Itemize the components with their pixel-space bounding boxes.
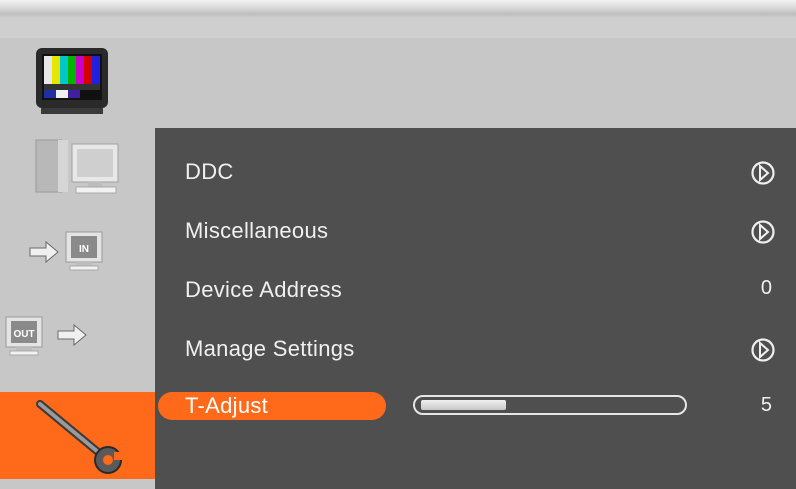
menu-row-label: Manage Settings [185,336,355,361]
svg-text:OUT: OUT [13,329,34,340]
t-adjust-label: T-Adjust [185,393,269,418]
menu-row-miscellaneous[interactable]: Miscellaneous [155,212,796,252]
tv-color-bars-icon[interactable] [35,47,115,122]
submenu-arrow-icon[interactable] [750,337,776,363]
sidebar-item-tools[interactable] [0,392,155,479]
sidebar-item-computer[interactable] [0,138,155,200]
title-bar [0,0,796,38]
header-band [0,38,796,128]
menu-row-label: DDC [185,159,234,184]
selection-highlight: T-Adjust [158,392,386,420]
menu-row-t-adjust[interactable]: T-Adjust 5 [155,388,796,428]
computer-icon [35,139,119,194]
slider-fill [421,400,506,410]
menu-row-label: Miscellaneous [185,218,329,243]
input-arrow-icon: IN [29,231,103,271]
submenu-arrow-icon[interactable] [750,160,776,186]
wrench-icon [36,400,126,474]
sidebar-item-output[interactable]: OUT [0,311,155,373]
sidebar-item-input[interactable]: IN [0,222,155,284]
menu-row-manage-settings[interactable]: Manage Settings [155,330,796,370]
sidebar: IN OUT [0,128,155,489]
t-adjust-slider[interactable] [413,395,687,415]
menu-row-ddc[interactable]: DDC [155,153,796,193]
menu-row-device-address[interactable]: Device Address 0 [155,271,796,311]
submenu-arrow-icon[interactable] [750,219,776,245]
menu-row-label: Device Address [185,277,343,302]
settings-panel: DDC Miscellaneous Device Address 0 Manag… [155,128,796,489]
t-adjust-value: 5 [760,394,772,416]
device-address-value: 0 [760,277,772,299]
svg-text:IN: IN [79,244,89,255]
output-arrow-icon: OUT [5,316,87,356]
